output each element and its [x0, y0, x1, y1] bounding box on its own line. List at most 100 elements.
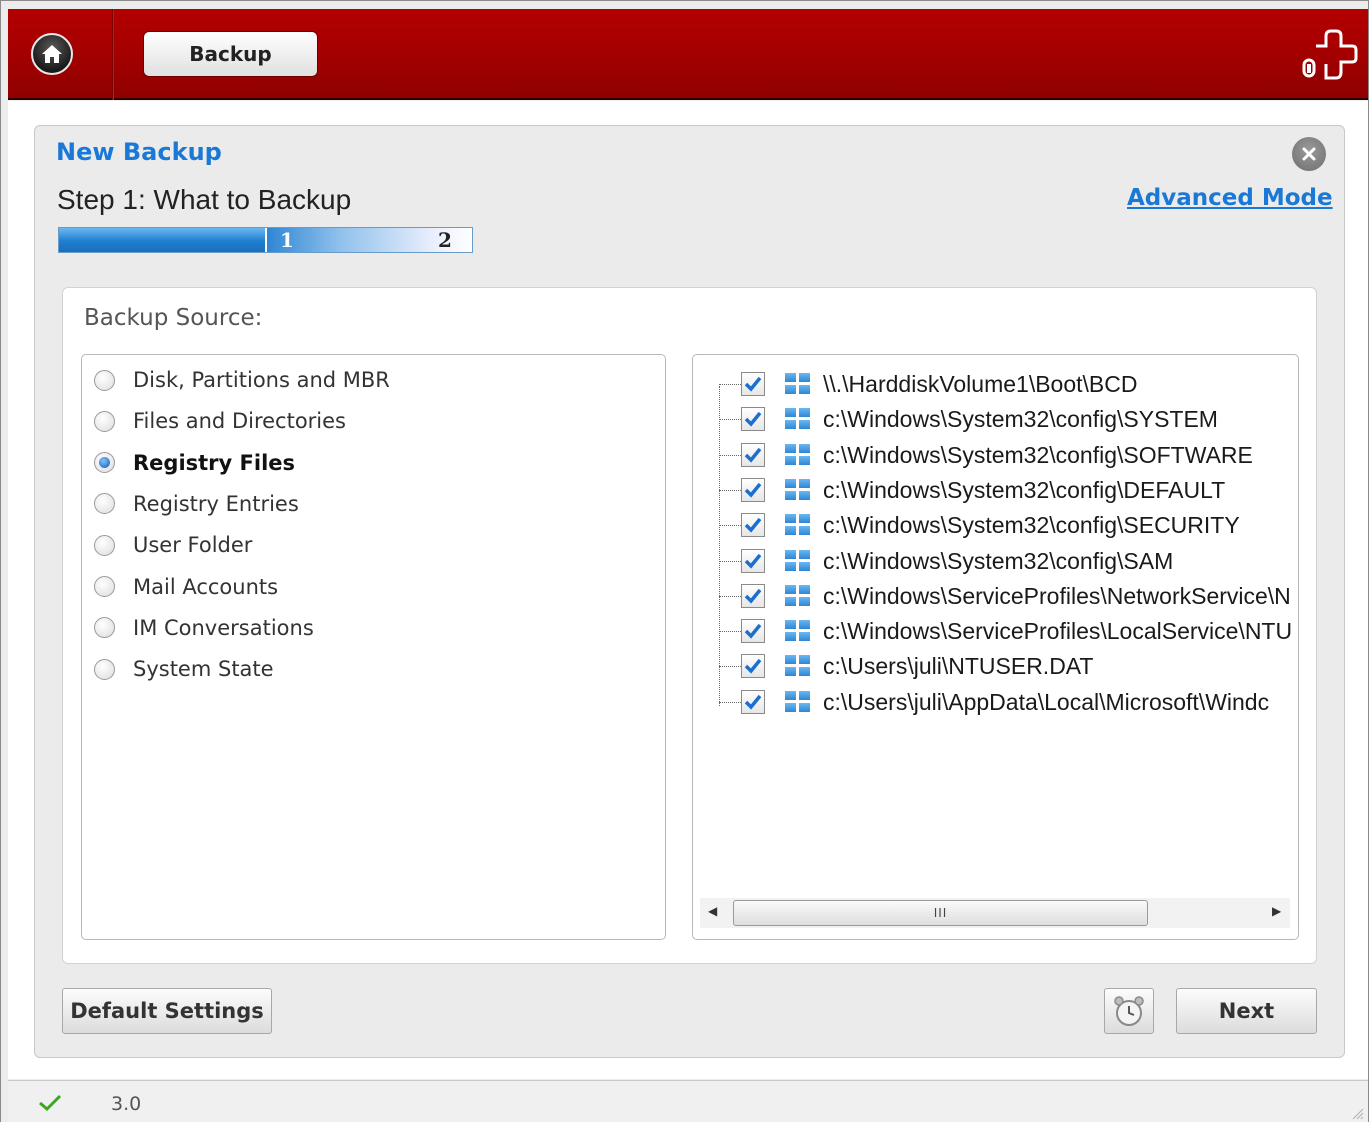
tree-connector-branch	[719, 419, 741, 421]
checkmark-icon	[744, 553, 762, 569]
close-button[interactable]	[1292, 137, 1326, 171]
checkmark-icon	[744, 447, 762, 463]
source-option-label: IM Conversations	[133, 615, 314, 640]
source-option-label: Registry Entries	[133, 491, 299, 516]
file-tree-row[interactable]: c:\Users\juli\AppData\Local\Microsoft\Wi…	[719, 686, 1299, 718]
file-checkbox[interactable]	[741, 654, 765, 679]
scroll-right-arrow-icon[interactable]: ▶	[1272, 904, 1281, 918]
file-checkbox[interactable]	[741, 619, 765, 644]
source-option[interactable]: Files and Directories	[94, 406, 346, 436]
file-checkbox[interactable]	[741, 477, 765, 502]
step-title: Step 1: What to Backup	[57, 184, 352, 215]
source-option-label: Mail Accounts	[133, 574, 279, 599]
radio-button[interactable]	[94, 576, 115, 597]
file-checkbox[interactable]	[741, 513, 765, 538]
radio-button[interactable]	[94, 617, 115, 639]
tree-connector-branch	[719, 454, 741, 456]
file-path: c:\Windows\ServiceProfiles\LocalService\…	[823, 618, 1293, 645]
radio-button[interactable]	[94, 534, 115, 556]
tree-connector-branch	[719, 560, 741, 562]
radio-button[interactable]	[94, 369, 115, 391]
file-path: \\.\HarddiskVolume1\Boot\BCD	[823, 371, 1138, 397]
file-tree-row[interactable]: c:\Windows\ServiceProfiles\LocalService\…	[719, 615, 1299, 647]
checkmark-icon	[744, 623, 762, 639]
tab-backup[interactable]: Backup	[143, 31, 318, 77]
checkmark-icon	[744, 482, 762, 498]
progress-step-1-label: 1	[280, 228, 294, 252]
registry-file-icon	[785, 478, 811, 501]
status-bar	[8, 1080, 1368, 1122]
radio-button[interactable]	[94, 410, 115, 432]
source-option[interactable]: User Folder	[94, 530, 252, 560]
file-tree-row[interactable]: c:\Windows\System32\config\SYSTEM	[719, 403, 1299, 435]
tree-connector-branch	[719, 525, 741, 527]
file-tree-row[interactable]: c:\Windows\System32\config\SAM	[719, 545, 1299, 577]
registry-file-icon	[785, 655, 811, 677]
file-tree-row[interactable]: c:\Windows\System32\config\DEFAULT	[719, 474, 1299, 506]
file-path: c:\Windows\System32\config\SAM	[823, 547, 1174, 574]
file-path: c:\Users\juli\AppData\Local\Microsoft\Wi…	[823, 688, 1270, 715]
source-option[interactable]: Mail Accounts	[94, 572, 278, 602]
close-icon	[1302, 147, 1316, 161]
resize-grip-icon[interactable]	[1350, 1106, 1364, 1120]
file-path: c:\Users\juli\NTUSER.DAT	[823, 653, 1094, 680]
source-option[interactable]: IM Conversations	[94, 613, 314, 643]
progress-step-1-segment	[59, 228, 266, 252]
registry-file-icon	[785, 408, 811, 430]
radio-button[interactable]	[94, 452, 115, 474]
file-checkbox[interactable]	[741, 548, 765, 573]
backup-source-label: Backup Source:	[84, 305, 263, 331]
check-icon	[39, 1094, 62, 1112]
file-tree-row[interactable]: c:\Windows\System32\config\SECURITY	[719, 509, 1299, 541]
source-option-label: Registry Files	[133, 450, 296, 475]
registry-file-icon	[785, 690, 811, 713]
file-tree-row[interactable]: c:\Windows\System32\config\SOFTWARE	[719, 439, 1299, 471]
plugin-icon[interactable]	[1296, 28, 1360, 82]
source-option[interactable]: System State	[94, 654, 274, 684]
scroll-left-arrow-icon[interactable]: ◀	[708, 904, 717, 918]
file-tree-row[interactable]: \\.\HarddiskVolume1\Boot\BCD	[719, 368, 1299, 400]
source-option-label: User Folder	[133, 533, 253, 558]
source-option-label: Files and Directories	[133, 409, 346, 434]
source-type-list	[81, 354, 666, 940]
tree-connector-branch	[719, 631, 741, 633]
source-option-label: System State	[133, 657, 274, 682]
schedule-button[interactable]	[1104, 988, 1154, 1034]
step-progress-bar: 1 2	[58, 227, 473, 253]
tree-connector-branch	[719, 384, 741, 385]
toolbar-divider	[112, 9, 113, 100]
default-settings-button[interactable]: Default Settings	[62, 988, 272, 1034]
source-option[interactable]: Registry Files	[94, 448, 295, 478]
source-option[interactable]: Registry Entries	[94, 489, 299, 519]
file-checkbox[interactable]	[741, 442, 765, 467]
checkmark-icon	[744, 659, 762, 674]
next-button[interactable]: Next	[1176, 988, 1317, 1034]
file-tree-row[interactable]: c:\Users\juli\NTUSER.DAT	[719, 650, 1299, 682]
source-option[interactable]: Disk, Partitions and MBR	[94, 365, 390, 395]
checkmark-icon	[744, 376, 762, 392]
registry-file-icon	[785, 620, 811, 642]
file-checkbox[interactable]	[741, 689, 765, 714]
registry-file-icon	[785, 549, 811, 572]
advanced-mode-link[interactable]: Advanced Mode	[1127, 185, 1333, 211]
horizontal-scrollbar[interactable]: ◀ III ▶	[700, 898, 1290, 928]
file-path: c:\Windows\System32\config\DEFAULT	[823, 476, 1226, 503]
checkmark-icon	[744, 412, 762, 427]
file-checkbox[interactable]	[741, 407, 765, 432]
radio-button[interactable]	[94, 658, 115, 680]
radio-button[interactable]	[94, 493, 115, 515]
source-option-label: Disk, Partitions and MBR	[133, 368, 390, 392]
file-path: c:\Windows\System32\config\SYSTEM	[823, 406, 1218, 433]
home-button[interactable]	[31, 33, 73, 75]
registry-file-icon	[785, 443, 811, 466]
file-tree-row[interactable]: c:\Windows\ServiceProfiles\NetworkServic…	[719, 580, 1299, 612]
registry-file-icon	[785, 373, 811, 395]
registry-file-icon	[785, 514, 811, 536]
file-checkbox[interactable]	[741, 583, 765, 608]
registry-file-icon	[785, 584, 811, 607]
progress-step-2-label: 2	[438, 228, 452, 252]
file-checkbox[interactable]	[741, 372, 765, 396]
scrollbar-thumb[interactable]: III	[733, 900, 1148, 926]
alarm-clock-icon	[1114, 996, 1144, 1026]
tree-connector-branch	[719, 595, 741, 597]
